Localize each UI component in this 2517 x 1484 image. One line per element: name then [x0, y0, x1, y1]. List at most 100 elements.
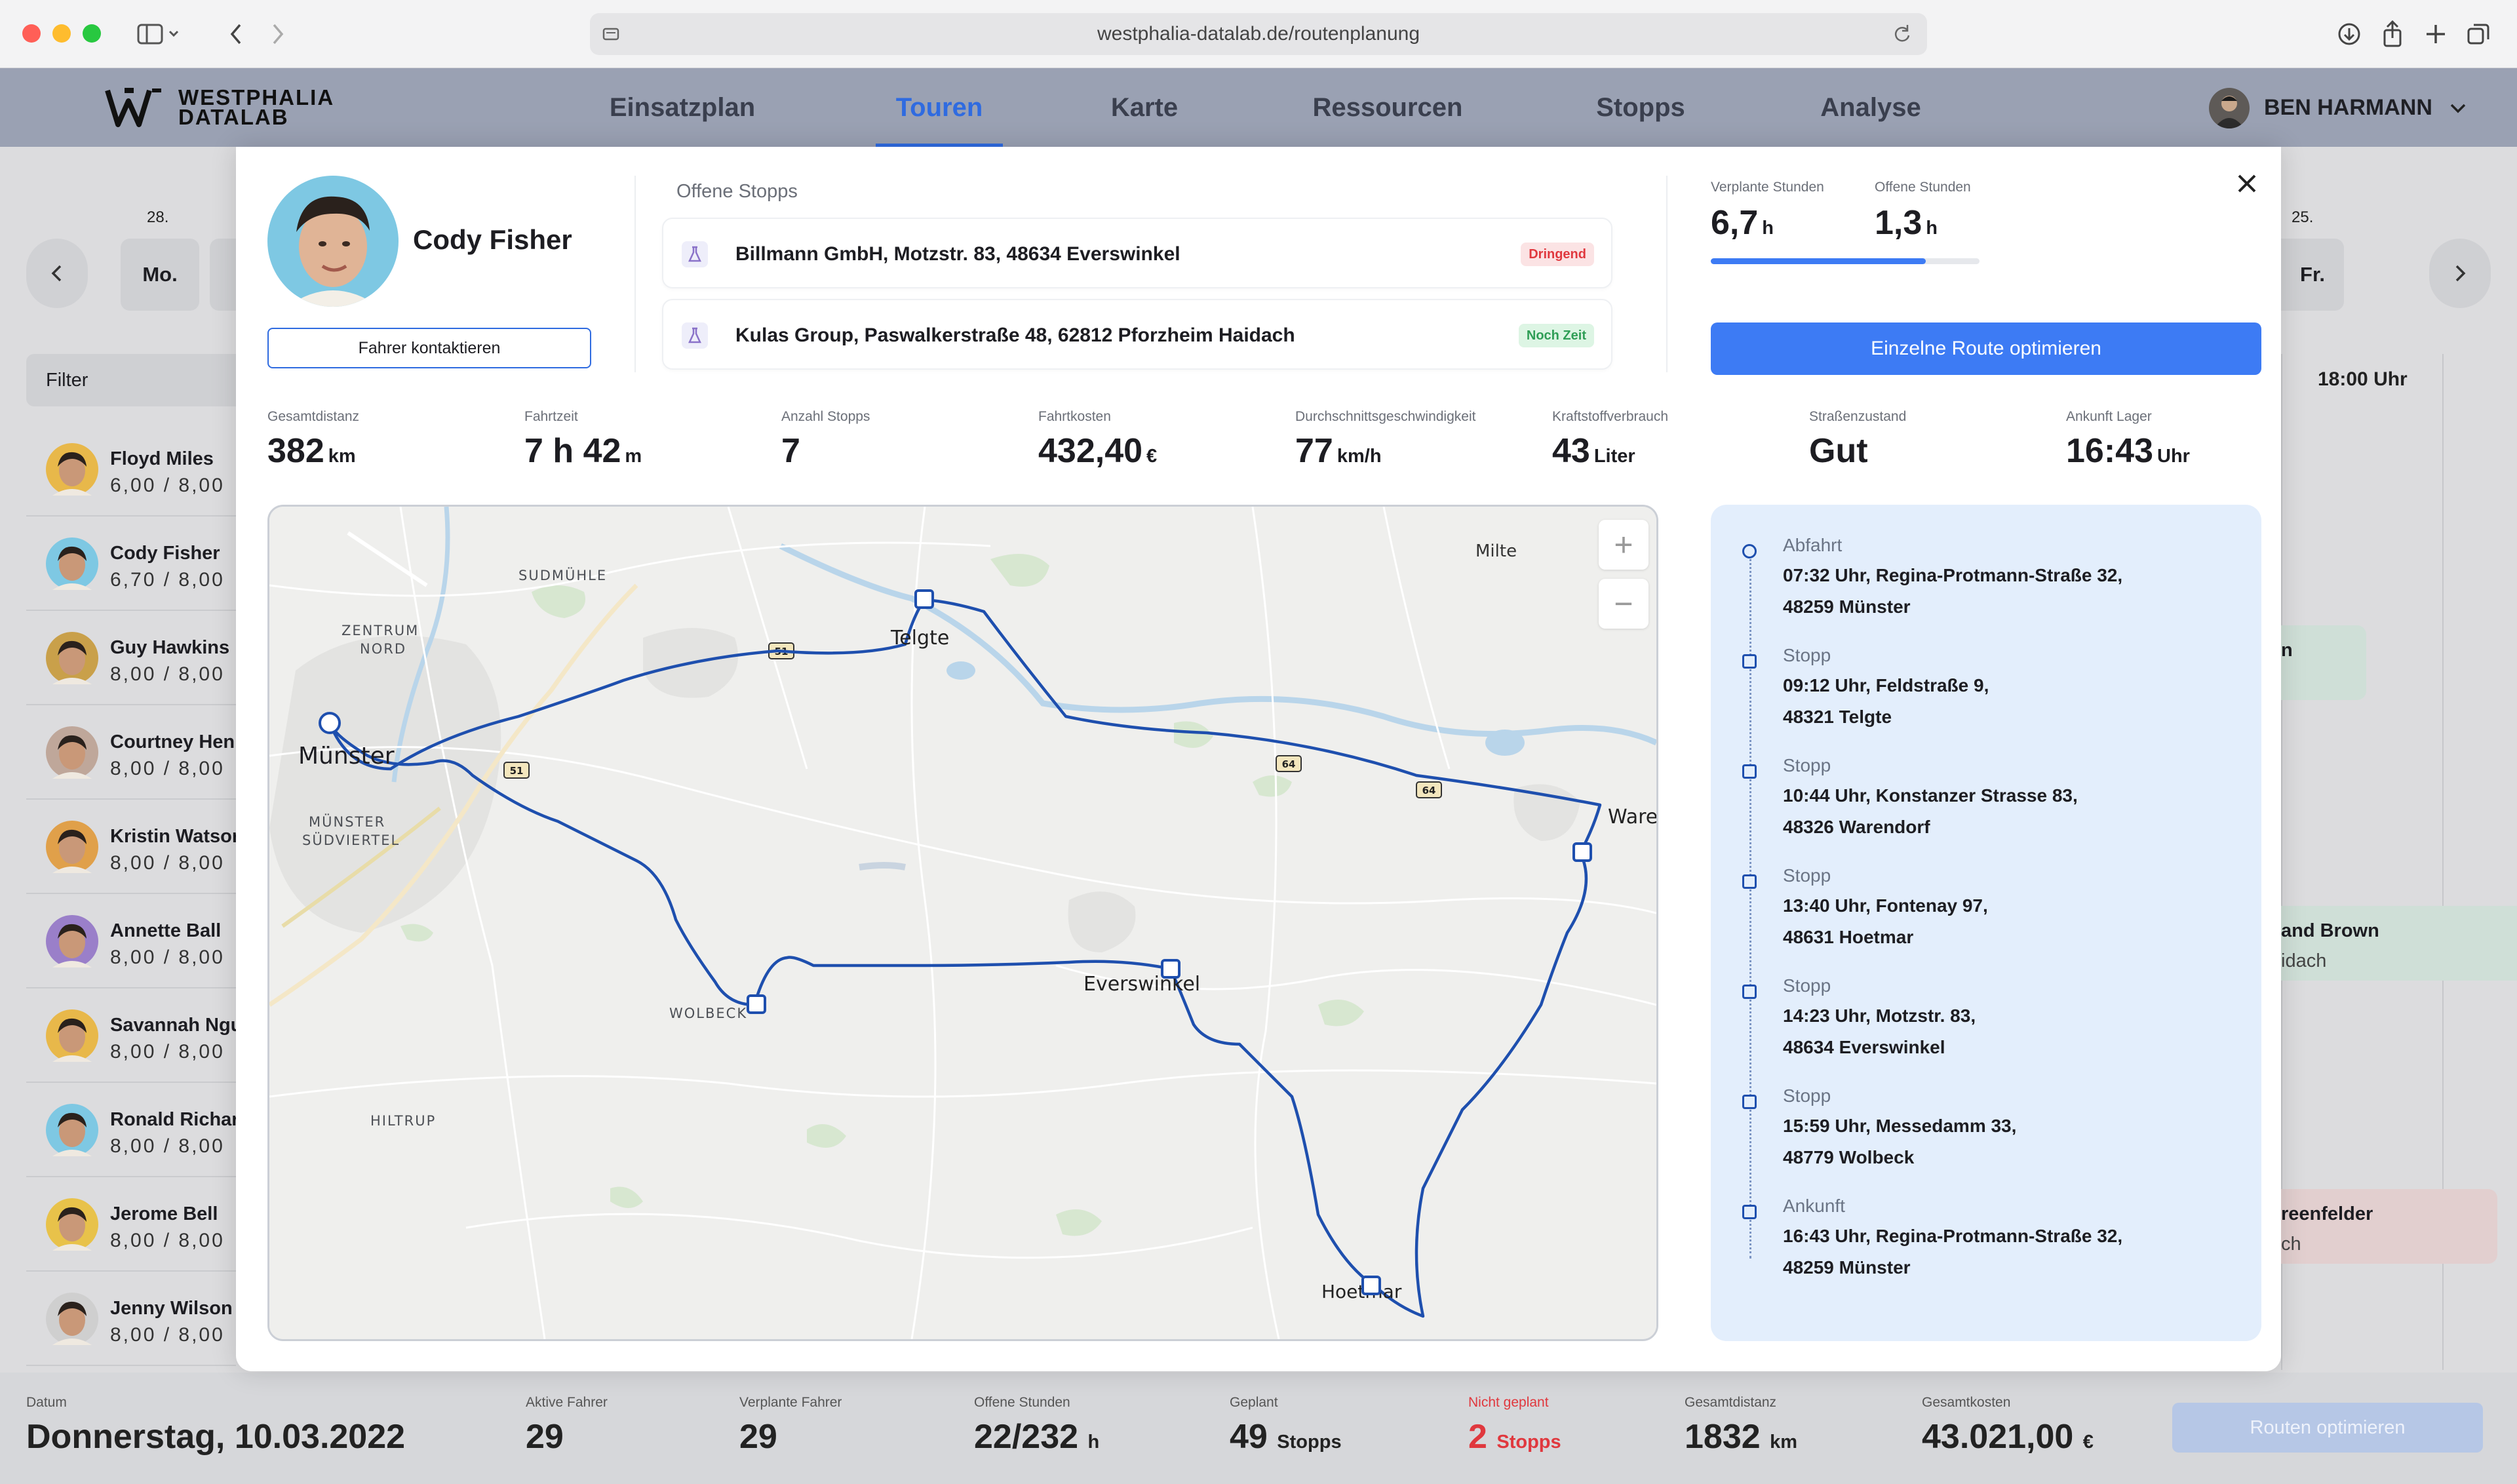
driver-row[interactable]: Kristin Watsor 8,00 / 8,00	[26, 801, 240, 894]
tab-analyse[interactable]: Analyse	[1817, 68, 1924, 147]
driver-row[interactable]: Annette Ball 8,00 / 8,00	[26, 895, 236, 988]
driver-avatar	[46, 443, 98, 496]
driver-name: Jerome Bell	[110, 1203, 218, 1224]
svg-text:51: 51	[510, 765, 524, 777]
place-label: MÜNSTER	[309, 813, 385, 830]
tour-block-subtitle: ch	[2281, 1234, 2301, 1255]
driver-row[interactable]: Courtney Hen 8,00 / 8,00	[26, 707, 236, 800]
map-canvas: 51 51 64 64 Münster Telgte Everswinkel H…	[269, 507, 1656, 1339]
forward-icon[interactable]	[262, 18, 294, 50]
divider	[1666, 176, 1668, 372]
url-text: westphalia-datalab.de/routenplanung	[1097, 23, 1420, 45]
driver-row[interactable]: Jenny Wilson 8,00 / 8,00	[26, 1273, 236, 1366]
timeline-address[interactable]: 14:23 Uhr, Motzstr. 83, 48634 Everswinkel	[1783, 1000, 1976, 1063]
place-label: WOLBECK	[669, 1006, 747, 1021]
summary-stat-value: 29	[526, 1418, 564, 1456]
summary-stat-value: 22/232 h	[974, 1418, 1100, 1456]
logo[interactable]: WESTPHALIA DATALAB	[105, 87, 333, 132]
close-window-button[interactable]	[22, 24, 41, 43]
chevron-right-icon	[2455, 265, 2466, 282]
reload-icon[interactable]	[1892, 13, 1913, 70]
timeline-address[interactable]: 09:12 Uhr, Feldstraße 9, 48321 Telgte	[1783, 670, 1989, 733]
svg-text:64: 64	[1422, 785, 1436, 796]
share-icon[interactable]	[2377, 18, 2408, 50]
site-settings-icon[interactable]	[602, 13, 621, 70]
driver-name: Kristin Watsor	[110, 826, 240, 847]
sidebar-toggle-icon[interactable]	[135, 18, 185, 50]
planned-hours-value: 6,7 h	[1711, 204, 1774, 242]
driver-name: Cody Fisher	[110, 543, 220, 564]
tab-overview-icon[interactable]	[2463, 18, 2495, 50]
tour-block-title: and Brown	[2281, 920, 2379, 941]
route-stop-marker	[1161, 959, 1180, 979]
timeline-address[interactable]: 15:59 Uhr, Messedamm 33, 48779 Wolbeck	[1783, 1110, 2016, 1173]
route-stop-marker	[747, 994, 766, 1014]
summary-stat-label: Geplant	[1230, 1395, 1278, 1410]
driver-row[interactable]: Guy Hawkins 8,00 / 8,00	[26, 612, 236, 705]
tour-block[interactable]: n	[2281, 625, 2366, 700]
tour-stat-value: Gut	[1809, 432, 1868, 470]
place-label: Ware	[1608, 806, 1656, 829]
driver-hours: 8,00 / 8,00	[110, 1324, 225, 1346]
timeline-address[interactable]: 16:43 Uhr, Regina-Protmann-Straße 32, 482…	[1783, 1220, 2122, 1283]
day-monday[interactable]: Mo.	[121, 239, 199, 311]
hours-progress-track	[1711, 258, 1980, 264]
zoom-out-button[interactable]: −	[1599, 579, 1649, 629]
day-card[interactable]	[210, 239, 236, 311]
back-icon[interactable]	[220, 18, 252, 50]
maximize-window-button[interactable]	[83, 24, 101, 43]
next-day-button[interactable]	[2429, 239, 2491, 308]
tour-stat-label: Anzahl Stopps	[781, 409, 870, 424]
driver-row[interactable]: Ronald Richar 8,00 / 8,00	[26, 1084, 239, 1177]
hours-progress-fill	[1711, 258, 1926, 264]
timeline-type: Stopp	[1783, 865, 1831, 886]
driver-hours: 8,00 / 8,00	[110, 1230, 225, 1251]
user-avatar[interactable]	[2209, 88, 2250, 128]
day-number: 25.	[2292, 208, 2314, 226]
timeline-type: Ankunft	[1783, 1196, 1845, 1216]
download-icon[interactable]	[2333, 18, 2365, 50]
timeline-address[interactable]: 10:44 Uhr, Konstanzer Strasse 83, 48326 W…	[1783, 780, 2078, 843]
place-label: NORD	[360, 641, 406, 657]
tour-block[interactable]: and Brown idach	[2281, 906, 2517, 981]
tour-block[interactable]: reenfelder ch	[2281, 1189, 2497, 1264]
day-friday[interactable]: Fr.	[2281, 239, 2344, 311]
driver-row[interactable]: Savannah Ngu 8,00 / 8,00	[26, 990, 242, 1083]
close-icon[interactable]	[2234, 170, 2260, 200]
optimize-routes-button[interactable]: Routen optimieren	[2172, 1403, 2483, 1453]
driver-hours: 8,00 / 8,00	[110, 1135, 225, 1157]
tab-einsatzplan[interactable]: Einsatzplan	[607, 68, 758, 147]
open-stop-text: Kulas Group, Paswalkerstraße 48, 62812 P…	[735, 324, 1295, 346]
tab-touren[interactable]: Touren	[876, 68, 1003, 147]
driver-row[interactable]: Floyd Miles 6,00 / 8,00	[26, 423, 236, 517]
tour-block-title: n	[2281, 640, 2293, 661]
filter-input[interactable]: Filter	[26, 354, 236, 406]
stop-square-icon	[1742, 1095, 1757, 1109]
tab-ressourcen[interactable]: Ressourcen	[1311, 68, 1464, 147]
tab-stopps[interactable]: Stopps	[1594, 68, 1687, 147]
place-label: Münster	[298, 743, 395, 770]
route-map[interactable]: 51 51 64 64 Münster Telgte Everswinkel H…	[267, 505, 1658, 1341]
driver-row[interactable]: Cody Fisher 6,70 / 8,00	[26, 518, 236, 611]
contact-driver-button[interactable]: Fahrer kontaktieren	[267, 328, 591, 368]
open-hours-label: Offene Stunden	[1875, 180, 1971, 195]
summary-stat-value: 2 Stopps	[1468, 1418, 1561, 1456]
planned-hours-label: Verplante Stunden	[1711, 180, 1824, 195]
optimize-single-route-button[interactable]: Einzelne Route optimieren	[1711, 322, 2261, 375]
open-stop-card[interactable]: Kulas Group, Paswalkerstraße 48, 62812 P…	[662, 299, 1612, 370]
timeline-address[interactable]: 13:40 Uhr, Fontenay 97, 48631 Hoetmar	[1783, 890, 1988, 953]
open-stop-card[interactable]: Billmann GmbH, Motzstr. 83, 48634 Eversw…	[662, 218, 1612, 288]
zoom-in-button[interactable]: +	[1599, 520, 1649, 570]
timeline-address[interactable]: 07:32 Uhr, Regina-Protmann-Straße 32, 482…	[1783, 560, 2122, 623]
minimize-window-button[interactable]	[52, 24, 71, 43]
driver-row[interactable]: Jerome Bell 8,00 / 8,00	[26, 1179, 236, 1272]
flask-icon	[682, 241, 708, 267]
address-bar[interactable]: westphalia-datalab.de/routenplanung	[590, 13, 1927, 55]
tab-karte[interactable]: Karte	[1108, 68, 1181, 147]
prev-day-button[interactable]	[26, 239, 88, 308]
chevron-down-icon[interactable]	[2448, 98, 2468, 121]
tour-stat-value: 382 km	[267, 432, 356, 470]
day-number: 28.	[147, 208, 169, 226]
tour-stat-value: 432,40 €	[1038, 432, 1158, 470]
new-tab-icon[interactable]	[2420, 18, 2451, 50]
